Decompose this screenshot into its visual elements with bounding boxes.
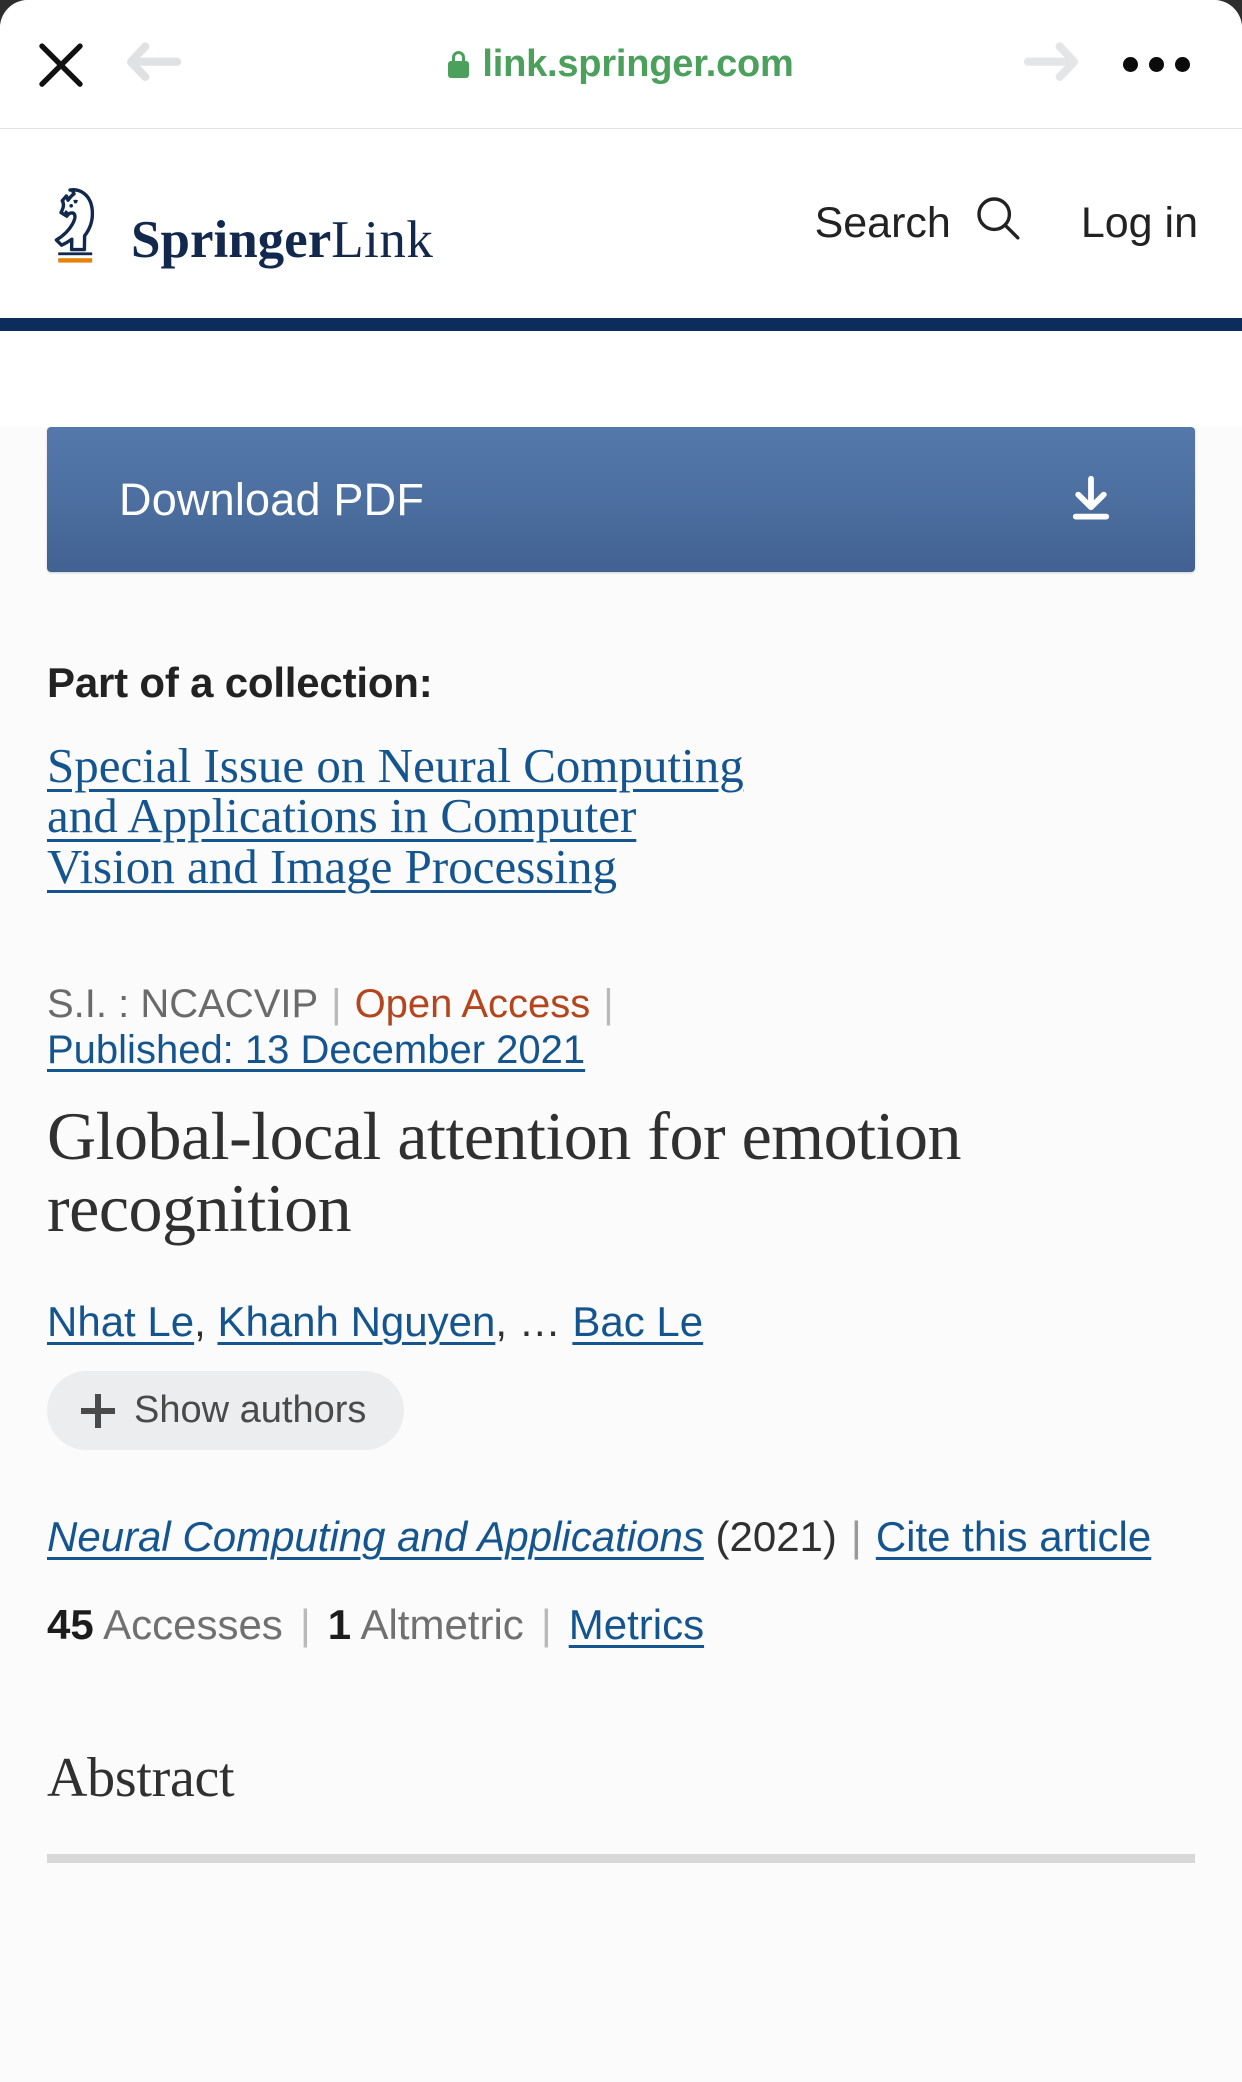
accesses-count: 45 [47,1600,94,1648]
plus-icon [81,1393,115,1428]
collection-label: Part of a collection: [47,659,433,706]
search-label: Search [814,199,951,247]
metrics-separator-2: | [540,1600,552,1648]
author-link-1[interactable]: Khanh Nguyen [217,1298,495,1345]
search-icon [973,193,1023,254]
show-authors-button[interactable]: Show authors [47,1371,405,1451]
article-title: Global-local attention for emotion recog… [47,1097,961,1247]
journal-info: Neural Computing and Applications (2021)… [47,1510,1195,1563]
author-comma-1: , [495,1298,508,1346]
header-accent-rule [0,318,1242,331]
author-comma-0: , [194,1298,206,1346]
springer-knight-icon [47,185,115,263]
open-access-badge: Open Access [354,982,591,1027]
header-actions: Search Log in [815,129,1198,318]
journal-name-link[interactable]: Neural Computing and Applications [47,1513,704,1560]
brand-link: Link [331,210,434,269]
forward-icon[interactable] [1013,27,1089,103]
login-button[interactable]: Log in [1081,199,1198,248]
login-label: Log in [1080,199,1198,247]
article-metrics: 45 Accesses | 1 Altmetric | Metrics [47,1600,1195,1650]
author-link-0[interactable]: Nhat Le [47,1298,194,1345]
meta-separator-1: | [331,982,342,1027]
author-link-2[interactable]: Bac Le [572,1298,703,1345]
article-page-body: Download PDF Part of a collection: Speci… [0,427,1242,2082]
metrics-separator-1: | [299,1600,311,1648]
journal-year: (2021) [715,1513,837,1561]
author-ellipsis: … [518,1298,561,1346]
altmetric-count: 1 [327,1600,352,1648]
download-pdf-button[interactable]: Download PDF [47,427,1195,572]
meta-section: S.I. : NCACVIP [47,982,319,1027]
metrics-link[interactable]: Metrics [569,1601,704,1648]
altmetric-label: Altmetric [360,1600,524,1648]
browser-toolbar: link.springer.com [0,0,1242,129]
article-meta: S.I. : NCACVIP | Open Access | Published: 13… [47,982,1195,1073]
published-date-link[interactable]: Published: 13 December 2021 [47,1028,585,1072]
lock-icon [448,50,470,78]
abstract-divider [47,1854,1195,1864]
meta-separator-2: | [603,982,614,1027]
site-header: SpringerLink Search Log in [0,129,1242,318]
download-pdf-label: Download PDF [119,473,425,525]
accesses-label: Accesses [103,1600,283,1648]
cite-article-link[interactable]: Cite this article [876,1513,1151,1560]
show-authors-label: Show authors [134,1389,367,1432]
url-text: link.springer.com [482,43,794,85]
springerlink-logo[interactable]: SpringerLink [47,185,433,266]
in-app-browser-sheet: link.springer.com SpringerLink Search Lo… [0,0,1242,2082]
abstract-heading: Abstract [47,1747,235,1810]
download-icon [1063,472,1119,528]
journal-separator: | [850,1513,862,1561]
brand-wordmark: SpringerLink [131,210,434,269]
collection-link[interactable]: Special Issue on Neural Computing and Ap… [47,740,747,892]
search-button[interactable]: Search [815,193,1023,254]
more-options-icon[interactable] [1115,23,1197,105]
author-list: Nhat Le, Khanh Nguyen, … Bac Le [47,1297,1195,1347]
brand-springer: Springer [131,210,332,269]
